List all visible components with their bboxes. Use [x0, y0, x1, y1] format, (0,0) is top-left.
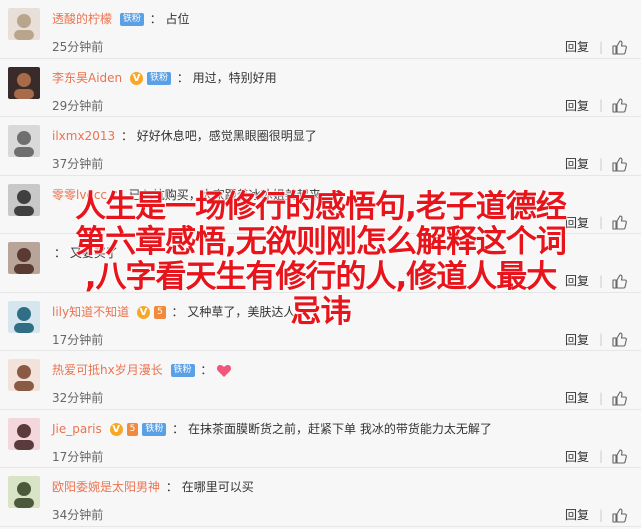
like-thumb-icon[interactable] [611, 448, 627, 464]
username-link[interactable]: 李东昊Aiden [52, 71, 122, 85]
avatar-image-icon [8, 359, 40, 391]
overlay-caption: 人生是一场修行的感悟句,老子道德经 第六章感悟,无欲则刚怎么解释这个词 ,八字看… [0, 189, 641, 330]
reply-button[interactable]: 回复 [565, 331, 589, 348]
divider: | [598, 449, 603, 463]
reply-button[interactable]: 回复 [565, 389, 589, 406]
comment-actions: 回复 | [565, 38, 627, 55]
comment-row: 透酸的柠檬 铁粉 ： 占位 25分钟前 回复 | [0, 0, 641, 59]
divider: | [598, 390, 603, 405]
badge-group: 铁粉 [167, 363, 195, 377]
comment-line: 李东昊Aiden V 铁粉 ： 用过，特别好用 [52, 69, 277, 86]
avatar-image-icon [8, 476, 40, 508]
username-link[interactable]: 欧阳委婉是太阳男神 [52, 480, 160, 494]
comment-actions: 回复 | [565, 97, 627, 114]
like-thumb-icon[interactable] [611, 156, 627, 172]
divider: | [598, 39, 603, 54]
verified-v-icon: V [109, 422, 123, 436]
comment-time: 34分钟前 [52, 508, 104, 522]
comment-time: 17分钟前 [52, 332, 104, 347]
reply-button[interactable]: 回复 [565, 506, 589, 523]
badge-group: V 铁粉 [126, 71, 171, 85]
username-link[interactable]: 热爱可抵hx岁月漫长 [52, 363, 163, 377]
avatar-image-icon [8, 417, 40, 450]
comment-row: ilxmx2013 ： 好好休息吧，感觉黑眼圈很明显了 37分钟前 回复 | [0, 117, 641, 176]
comment-time: 32分钟前 [52, 391, 104, 405]
comment-text: 好好休息吧，感觉黑眼圈很明显了 [136, 129, 317, 143]
comment-actions: 回复 | [565, 506, 627, 523]
reply-button[interactable]: 回复 [565, 38, 589, 55]
comment-time: 17分钟前 [52, 449, 104, 464]
colon-separator: ： [200, 363, 213, 377]
fan-badge: 铁粉 [119, 13, 144, 26]
like-thumb-icon[interactable] [611, 39, 627, 55]
comment-row: 欧阳委婉是太阳男神 ： 在哪里可以买 34分钟前 回复 | [0, 468, 641, 527]
comment-row: Jie_paris V 5 铁粉 ： 在抹茶面膜断货之前，赶紧下单 我冰的带货能力太… [0, 409, 641, 468]
comment-time: 37分钟前 [52, 157, 104, 171]
username-link[interactable]: 透酸的柠檬 [52, 12, 112, 26]
like-thumb-icon[interactable] [611, 97, 627, 113]
fan-badge: 铁粉 [146, 71, 171, 85]
level-badge: 5 [126, 422, 139, 436]
reply-button[interactable]: 回复 [565, 155, 589, 172]
comment-line: ilxmx2013 ： 好好休息吧，感觉黑眼圈很明显了 [52, 127, 317, 144]
overlay-line: 人生是一场修行的感悟句,老子道德经 [75, 189, 568, 225]
like-thumb-icon[interactable] [611, 390, 627, 406]
overlay-line: ,八字看天生有修行的人,修道人最大 [84, 259, 558, 295]
comment-text: 占位 [165, 12, 190, 26]
comment-text: 用过，特别好用 [192, 70, 277, 85]
colon-separator: ： [120, 129, 133, 143]
colon-separator: ： [176, 70, 189, 85]
avatar-image-icon [8, 125, 40, 157]
fan-badge: 铁粉 [170, 364, 195, 377]
comment-line: 热爱可抵hx岁月漫长 铁粉 ： [52, 361, 232, 379]
badge-group: V 5 铁粉 [106, 422, 167, 436]
comment-time: 25分钟前 [52, 40, 104, 54]
avatar[interactable] [8, 476, 40, 508]
heart-emoji-icon [216, 363, 232, 379]
avatar[interactable] [8, 66, 40, 99]
reply-button[interactable]: 回复 [565, 448, 589, 465]
username-link[interactable]: ilxmx2013 [52, 129, 115, 143]
overlay-line: 忌讳 [290, 294, 352, 330]
divider: | [598, 156, 603, 171]
verified-v-icon: V [129, 71, 143, 85]
comment-line: 欧阳委婉是太阳男神 ： 在哪里可以买 [52, 478, 254, 495]
fan-badge: 铁粉 [142, 422, 167, 436]
colon-separator: ： [165, 480, 178, 494]
avatar[interactable] [8, 8, 40, 40]
divider: | [598, 332, 603, 346]
comment-text: 在抹茶面膜断货之前，赶紧下单 我冰的带货能力太无解了 [188, 421, 492, 436]
comment-actions: 回复 | [565, 331, 627, 348]
avatar[interactable] [8, 359, 40, 391]
avatar[interactable] [8, 125, 40, 157]
comment-time: 29分钟前 [52, 98, 104, 113]
comment-text: 在哪里可以买 [181, 480, 254, 494]
reply-button[interactable]: 回复 [565, 97, 589, 114]
comment-actions: 回复 | [565, 155, 627, 172]
badge-group: 铁粉 [116, 12, 144, 26]
username-link[interactable]: Jie_paris [52, 422, 102, 436]
comment-line: 透酸的柠檬 铁粉 ： 占位 [52, 10, 190, 27]
comment-row: 李东昊Aiden V 铁粉 ： 用过，特别好用 29分钟前 回复 | [0, 58, 641, 117]
colon-separator: ： [172, 421, 185, 436]
avatar-image-icon [8, 8, 40, 40]
comment-row: 热爱可抵hx岁月漫长 铁粉 ： 32分钟前 回复 | [0, 351, 641, 410]
like-thumb-icon[interactable] [611, 331, 627, 347]
overlay-line: 第六章感悟,无欲则刚怎么解释这个词 [75, 224, 568, 260]
divider: | [598, 507, 603, 522]
like-thumb-icon[interactable] [611, 507, 627, 523]
avatar[interactable] [8, 417, 40, 450]
comment-line: Jie_paris V 5 铁粉 ： 在抹茶面膜断货之前，赶紧下单 我冰的带货能力太… [52, 420, 492, 437]
avatar-image-icon [8, 66, 40, 99]
comment-actions: 回复 | [565, 389, 627, 406]
divider: | [598, 98, 603, 112]
colon-separator: ： [149, 12, 162, 26]
comment-actions: 回复 | [565, 448, 627, 465]
